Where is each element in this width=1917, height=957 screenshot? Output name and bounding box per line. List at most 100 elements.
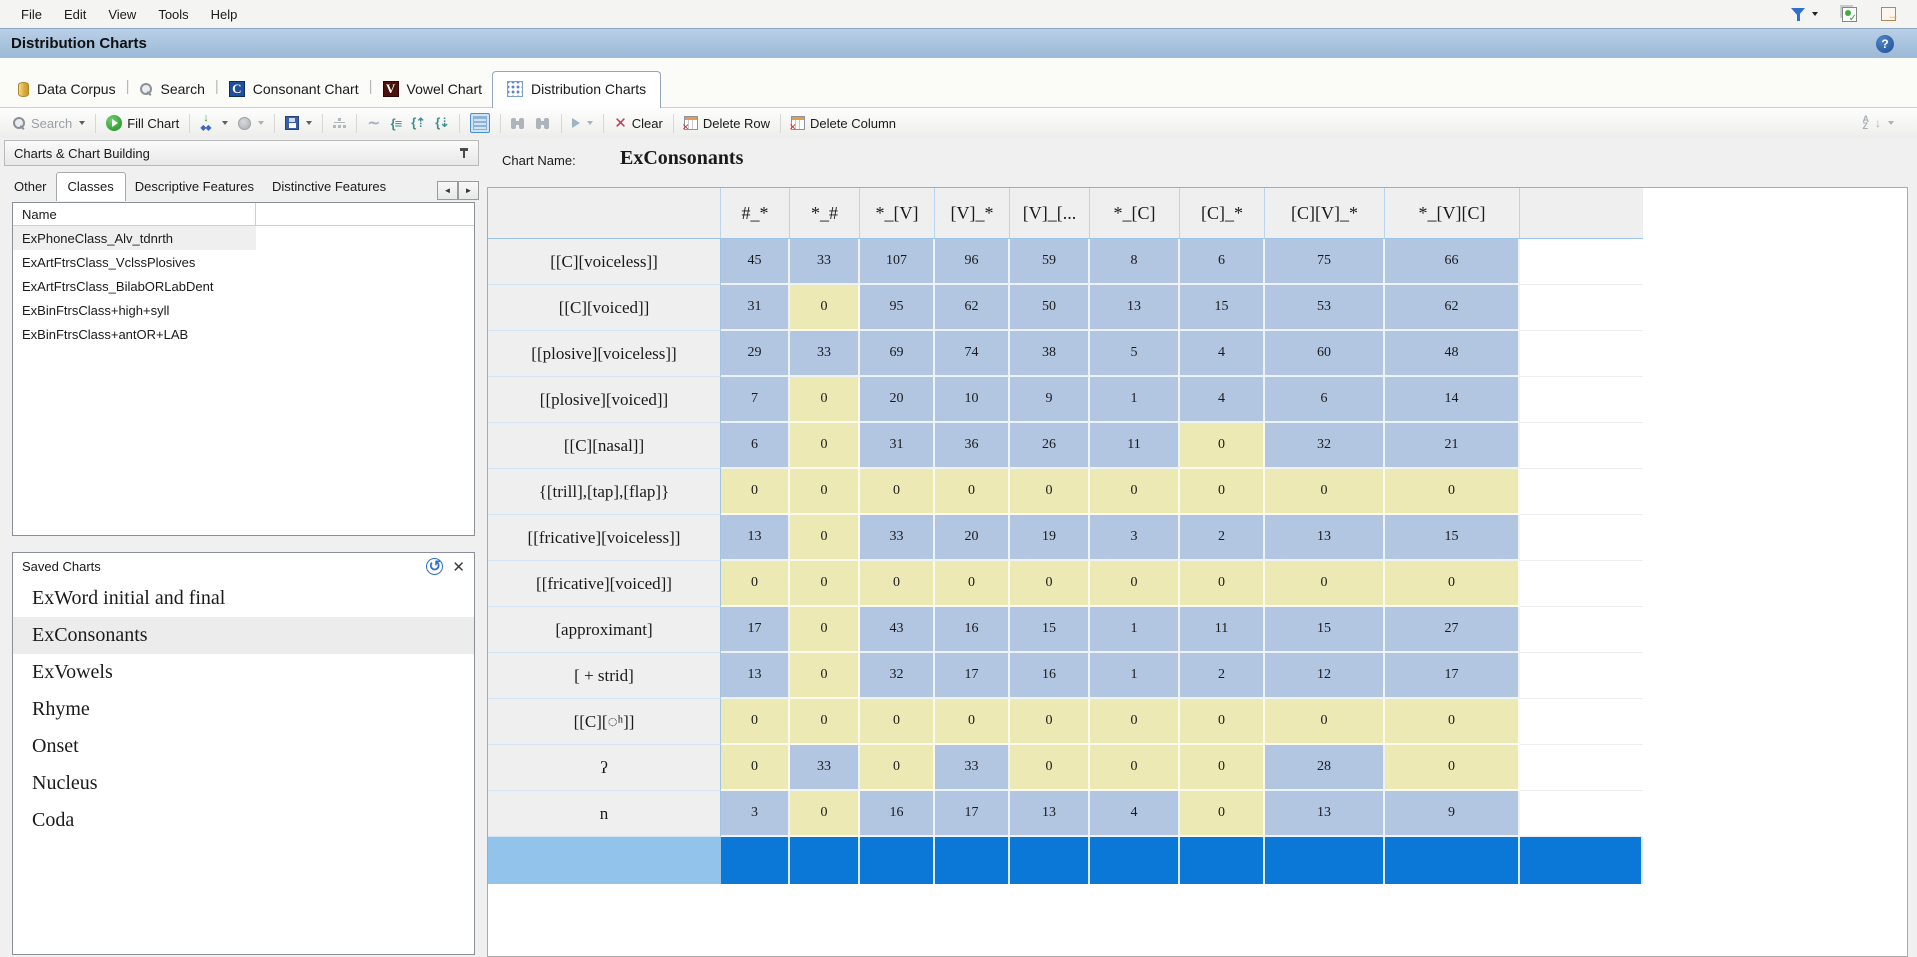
count-cell[interactable]: 4 [1090,791,1180,837]
count-cell[interactable]: 0 [1385,699,1520,745]
count-cell[interactable]: 33 [860,515,935,561]
pin-icon[interactable] [459,147,469,159]
tab-data-corpus[interactable]: Data Corpus [8,74,126,107]
count-cell[interactable]: 0 [860,561,935,607]
col-header[interactable]: *_[C] [1090,188,1180,239]
new-row-cell[interactable] [790,837,860,884]
count-cell[interactable]: 0 [721,699,790,745]
fill-chart-button[interactable]: Fill Chart [101,112,184,134]
col-header[interactable]: *_[V][C] [1385,188,1520,239]
count-cell[interactable]: 12 [1265,653,1385,699]
count-cell[interactable]: 21 [1385,423,1520,469]
col-header[interactable]: #_* [721,188,790,239]
new-row-cell[interactable] [1265,837,1385,884]
class-list-item[interactable]: ExBinFtrsClass+antOR+LAB [13,322,474,346]
count-cell[interactable]: 13 [721,653,790,699]
count-cell[interactable]: 13 [1265,515,1385,561]
count-cell[interactable]: 0 [1265,469,1385,515]
count-cell[interactable]: 0 [860,469,935,515]
count-cell[interactable]: 31 [721,285,790,331]
count-cell[interactable]: 0 [790,423,860,469]
count-cell[interactable]: 10 [935,377,1010,423]
export-button[interactable] [1876,4,1901,24]
group-button[interactable]: {≡ [386,113,407,134]
collapse-groups-button[interactable]: {⇣ [430,112,454,134]
count-cell[interactable]: 9 [1385,791,1520,837]
count-cell[interactable]: 20 [935,515,1010,561]
count-cell[interactable]: 13 [721,515,790,561]
count-cell[interactable]: 26 [1010,423,1090,469]
count-cell[interactable]: 7 [721,377,790,423]
count-cell[interactable]: 17 [935,653,1010,699]
saved-chart-item[interactable]: ExWord initial and final [13,580,474,617]
row-header[interactable]: [[C][nasal]] [488,423,721,469]
ignore-tone-button[interactable]: ∼ [362,110,385,136]
count-cell[interactable]: 50 [1010,285,1090,331]
tab-distribution-charts[interactable]: Distribution Charts [492,71,661,108]
row-header[interactable]: ʔ [488,745,721,791]
count-cell[interactable]: 75 [1265,239,1385,285]
count-cell[interactable]: 0 [1010,561,1090,607]
row-header[interactable]: {[trill],[tap],[flap]} [488,469,721,515]
count-cell[interactable]: 0 [1180,423,1265,469]
row-header[interactable]: n [488,791,721,837]
row-header[interactable]: [[C][voiceless]] [488,239,721,285]
expand-groups-button[interactable]: {⇡ [406,112,430,134]
saved-chart-item[interactable]: Rhyme [13,691,474,728]
count-cell[interactable]: 6 [1180,239,1265,285]
row-header[interactable]: [[C][◌ʰ]] [488,699,721,745]
chart-layout-button[interactable] [328,114,351,133]
count-cell[interactable]: 48 [1385,331,1520,377]
tab-vowel-chart[interactable]: VVowel Chart [373,74,492,107]
count-cell[interactable]: 0 [1180,561,1265,607]
scroll-left-button[interactable]: ◄ [437,181,458,200]
count-cell[interactable]: 0 [1090,469,1180,515]
count-cell[interactable]: 1 [1090,607,1180,653]
new-row-header[interactable] [488,837,721,884]
count-cell[interactable]: 0 [790,699,860,745]
col-header[interactable]: [V]_* [935,188,1010,239]
menu-item-tools[interactable]: Tools [147,3,199,26]
row-header[interactable]: [[C][voiced]] [488,285,721,331]
col-header[interactable]: [C][V]_* [1265,188,1385,239]
class-list-item[interactable]: ExBinFtrsClass+high+syll [13,298,474,322]
new-row-cell[interactable] [935,837,1010,884]
count-cell[interactable]: 2 [1180,515,1265,561]
count-cell[interactable]: 66 [1385,239,1520,285]
tab-consonant-chart[interactable]: CConsonant Chart [219,74,369,107]
menu-item-view[interactable]: View [97,3,147,26]
count-cell[interactable]: 62 [1385,285,1520,331]
count-cell[interactable]: 11 [1090,423,1180,469]
count-cell[interactable]: 74 [935,331,1010,377]
count-cell[interactable]: 33 [790,331,860,377]
count-cell[interactable]: 17 [935,791,1010,837]
row-header[interactable]: [[plosive][voiced]] [488,377,721,423]
classes-list-header[interactable]: Name [13,203,474,226]
menu-item-file[interactable]: File [10,3,53,26]
count-cell[interactable]: 0 [790,285,860,331]
count-cell[interactable]: 60 [1265,331,1385,377]
count-cell[interactable]: 1 [1090,653,1180,699]
count-cell[interactable]: 0 [860,699,935,745]
count-cell[interactable]: 0 [1090,699,1180,745]
count-cell[interactable]: 16 [860,791,935,837]
scroll-right-button[interactable]: ► [458,181,479,200]
count-cell[interactable]: 13 [1010,791,1090,837]
count-cell[interactable]: 1 [1090,377,1180,423]
row-header[interactable]: [[plosive][voiceless]] [488,331,721,377]
count-cell[interactable]: 0 [790,791,860,837]
delete-column-button[interactable]: Delete Column [786,113,901,134]
col-header[interactable]: [V]_[... [1010,188,1090,239]
class-list-item[interactable]: ExArtFtrsClass_VclssPlosives [13,250,474,274]
restore-chart-icon[interactable]: ↺ [426,558,443,575]
find-next-button[interactable] [531,115,556,132]
count-cell[interactable]: 0 [1090,561,1180,607]
count-cell[interactable]: 0 [860,745,935,791]
count-cell[interactable]: 5 [1090,331,1180,377]
count-cell[interactable]: 3 [1090,515,1180,561]
count-cell[interactable]: 0 [790,377,860,423]
count-cell[interactable]: 15 [1010,607,1090,653]
col-header-corner[interactable] [488,188,721,239]
count-cell[interactable]: 43 [860,607,935,653]
save-chart-button[interactable] [280,113,317,133]
